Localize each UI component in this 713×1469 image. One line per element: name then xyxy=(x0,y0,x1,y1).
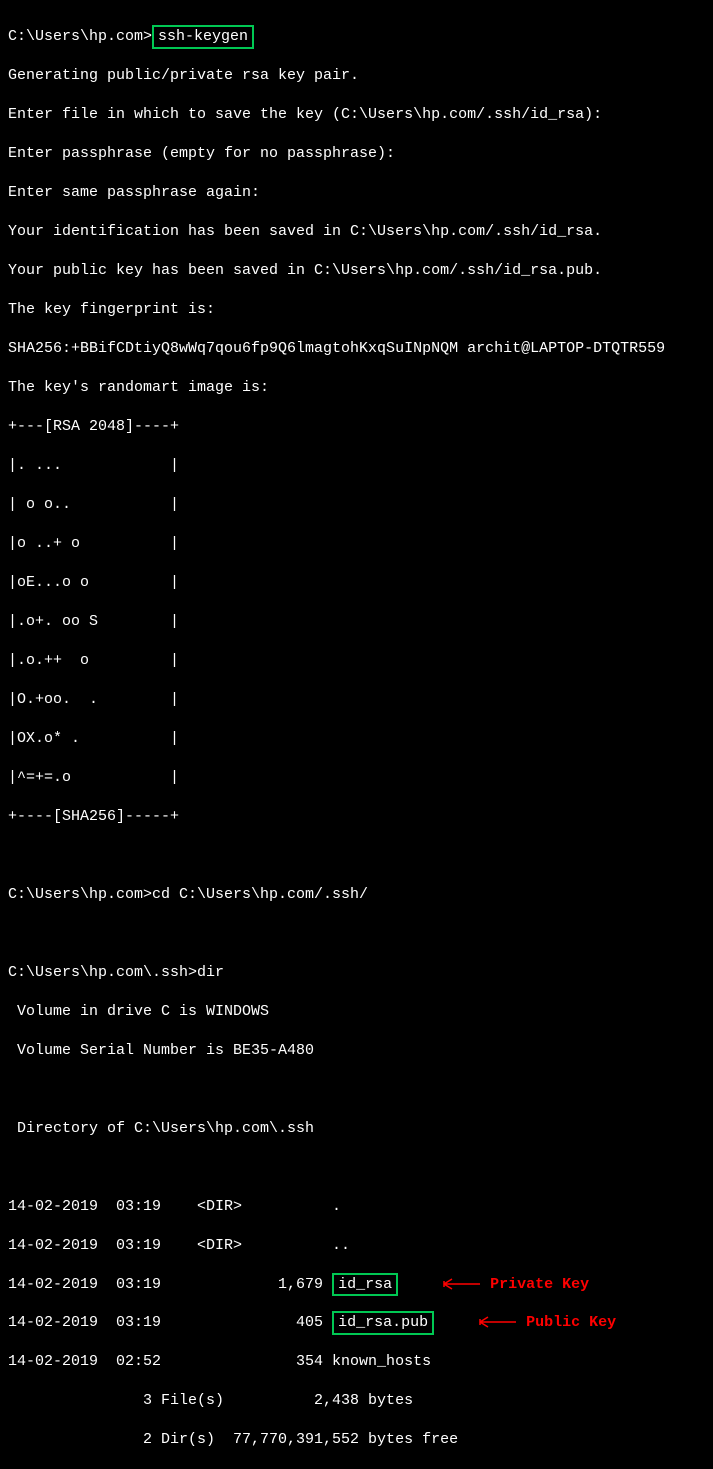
arrow-left-icon xyxy=(442,1294,518,1353)
ssh-keygen-command: ssh-keygen xyxy=(158,28,248,45)
output-line: SHA256:+BBifCDtiyQ8wWq7qou6fp9Q6lmagtohK… xyxy=(8,339,705,359)
randomart-line: |.o.++ o | xyxy=(8,651,705,671)
randomart-line: |o ..+ o | xyxy=(8,534,705,554)
dir-row: 14-02-2019 02:52 354 known_hosts xyxy=(8,1352,705,1372)
private-key-filename: id_rsa xyxy=(338,1276,392,1293)
public-key-file-highlight: id_rsa.pub xyxy=(332,1311,434,1335)
randomart-line: |OX.o* . | xyxy=(8,729,705,749)
private-key-row: 14-02-2019 03:19 1,679 id_rsa Private Ke… xyxy=(8,1275,705,1294)
dir-command: C:\Users\hp.com\.ssh>dir xyxy=(8,963,705,983)
cd-command: C:\Users\hp.com>cd C:\Users\hp.com/.ssh/ xyxy=(8,885,705,905)
terminal-output[interactable]: C:\Users\hp.com> ssh-keygen Generating pu… xyxy=(8,8,705,1469)
randomart-line: | o o.. | xyxy=(8,495,705,515)
dir-output: Volume Serial Number is BE35-A480 xyxy=(8,1041,705,1061)
blank-line xyxy=(8,1158,705,1178)
public-key-filename: id_rsa.pub xyxy=(338,1314,428,1331)
public-key-row: 14-02-2019 03:19 405 id_rsa.pub Public K… xyxy=(8,1314,705,1333)
randomart-line: +---[RSA 2048]----+ xyxy=(8,417,705,437)
randomart-line: |oE...o o | xyxy=(8,573,705,593)
private-key-file-highlight: id_rsa xyxy=(332,1273,398,1297)
row-prefix: 14-02-2019 03:19 1,679 xyxy=(8,1275,332,1295)
dir-output: Directory of C:\Users\hp.com\.ssh xyxy=(8,1119,705,1139)
dir-row: 14-02-2019 03:19 <DIR> .. xyxy=(8,1236,705,1256)
row-prefix: 14-02-2019 03:19 405 xyxy=(8,1313,332,1333)
blank-line xyxy=(8,924,705,944)
output-line: Enter passphrase (empty for no passphras… xyxy=(8,144,705,164)
output-line: Enter same passphrase again: xyxy=(8,183,705,203)
output-line: The key's randomart image is: xyxy=(8,378,705,398)
randomart-line: +----[SHA256]-----+ xyxy=(8,807,705,827)
output-line: Your public key has been saved in C:\Use… xyxy=(8,261,705,281)
dir-summary: 3 File(s) 2,438 bytes xyxy=(8,1391,705,1411)
randomart-line: |.o+. oo S | xyxy=(8,612,705,632)
randomart-line: |^=+=.o | xyxy=(8,768,705,788)
randomart-line: |O.+oo. . | xyxy=(8,690,705,710)
prompt: C:\Users\hp.com> xyxy=(8,27,152,47)
blank-line xyxy=(8,846,705,866)
dir-summary: 2 Dir(s) 77,770,391,552 bytes free xyxy=(8,1430,705,1450)
randomart-line: |. ... | xyxy=(8,456,705,476)
output-line: Generating public/private rsa key pair. xyxy=(8,66,705,86)
blank-line xyxy=(8,1080,705,1100)
dir-output: Volume in drive C is WINDOWS xyxy=(8,1002,705,1022)
output-line: Your identification has been saved in C:… xyxy=(8,222,705,242)
dir-row: 14-02-2019 03:19 <DIR> . xyxy=(8,1197,705,1217)
public-key-label: Public Key xyxy=(526,1313,616,1333)
output-line: Enter file in which to save the key (C:\… xyxy=(8,105,705,125)
output-line: The key fingerprint is: xyxy=(8,300,705,320)
private-key-label: Private Key xyxy=(490,1275,589,1295)
command-highlight: ssh-keygen xyxy=(152,25,254,49)
